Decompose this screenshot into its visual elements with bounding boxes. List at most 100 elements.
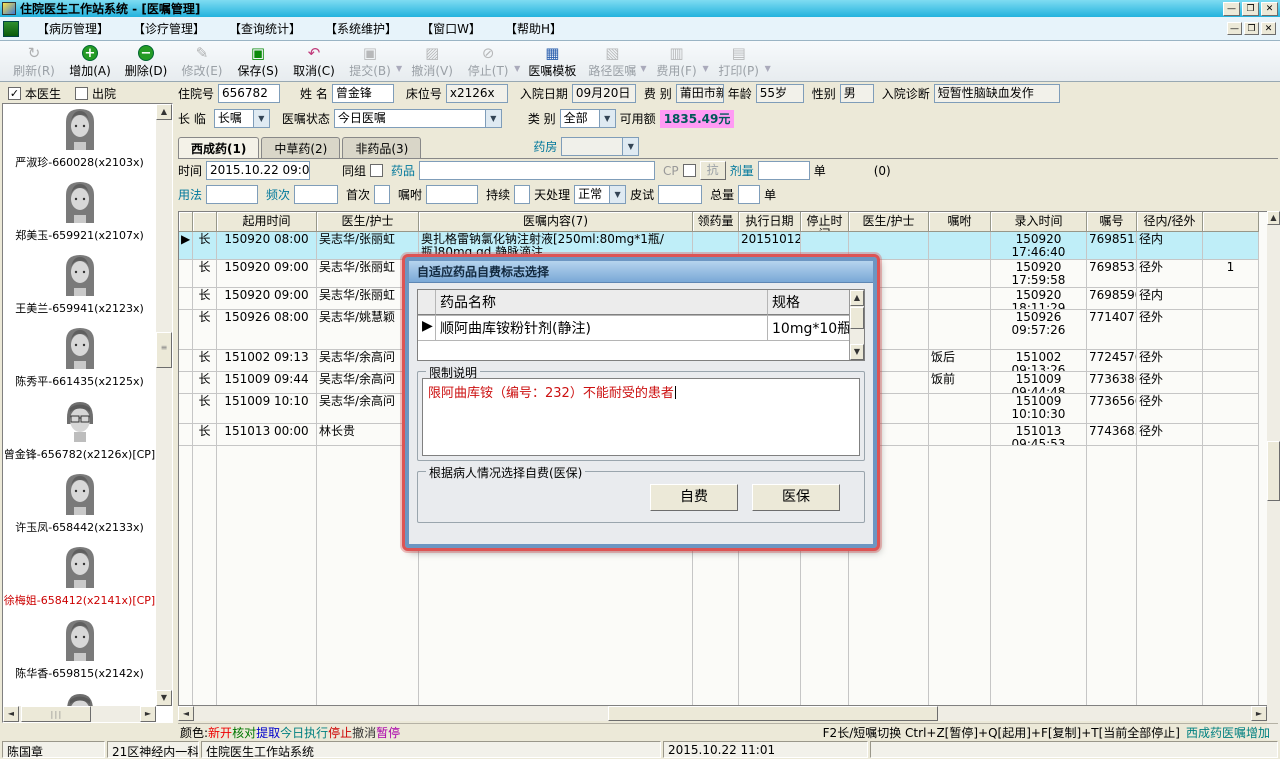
scroll-right-icon[interactable]: ► [140, 706, 156, 722]
menu-item-1[interactable]: 【诊疗管理】 [121, 18, 217, 39]
note-input[interactable] [426, 185, 479, 204]
column-header-1[interactable] [193, 212, 217, 232]
scrollbar-thumb[interactable] [608, 706, 938, 721]
save-button[interactable]: ▣ 保存(S) [230, 42, 286, 80]
day-handle-select[interactable]: 正常 ▼ [574, 185, 627, 204]
menu-item-4[interactable]: 【窗口W】 [409, 18, 493, 39]
my-doctor-checkbox[interactable]: ✓ [8, 87, 21, 100]
minimize-icon[interactable]: — [1223, 1, 1240, 16]
submit-button[interactable]: ▣ 提交(B) [342, 42, 398, 80]
chevron-down-icon[interactable]: ▼ [252, 110, 269, 127]
dose-input[interactable] [757, 161, 810, 180]
cp-checkbox[interactable] [682, 164, 696, 177]
close-icon[interactable]: ✕ [1261, 1, 1278, 16]
chevron-down-icon[interactable]: ▼ [598, 110, 615, 127]
grid-vscrollbar[interactable]: ▲ ▼ [849, 290, 864, 360]
child-close-icon[interactable]: ✕ [1261, 22, 1276, 35]
tab-2[interactable]: 非药品(3) [342, 137, 422, 158]
column-header-2[interactable]: 起用时间 [217, 212, 317, 232]
scroll-right-icon[interactable]: ► [1251, 706, 1267, 721]
column-header-6[interactable]: 执行日期 [739, 212, 801, 232]
menu-item-5[interactable]: 【帮助H】 [493, 18, 574, 39]
chevron-down-icon[interactable]: ▼ [514, 64, 520, 73]
duration-input[interactable] [514, 185, 531, 204]
patient-item-1[interactable]: 郑美玉-659921(x2107x) [3, 179, 156, 252]
pharmacy-select[interactable]: ▼ [561, 137, 640, 156]
stop-button[interactable]: ⊘ 停止(T) [460, 42, 516, 80]
revoke-button[interactable]: ▨ 撤消(V) [404, 42, 460, 80]
total-input[interactable] [738, 185, 761, 204]
column-header-3[interactable]: 医生/护士 [317, 212, 419, 232]
column-header-5[interactable]: 领药量 [693, 212, 739, 232]
print-button[interactable]: ▤ 打印(P) [711, 42, 767, 80]
column-header-9[interactable]: 嘱咐 [929, 212, 991, 232]
scroll-down-icon[interactable]: ▼ [850, 344, 864, 360]
class-select[interactable]: 全部 ▼ [559, 109, 616, 128]
column-header-13[interactable] [1203, 212, 1259, 232]
chevron-down-icon[interactable]: ▼ [622, 138, 639, 155]
patient-item-0[interactable]: 严淑珍-660028(x2103x) [3, 106, 156, 179]
order-template-button[interactable]: ▦ 医嘱模板 [522, 42, 582, 80]
antibiotic-button[interactable]: 抗 [699, 161, 726, 180]
patient-list-vscrollbar[interactable]: ▲ ≡ ▼ [156, 104, 172, 706]
discharged-filter[interactable]: 出院 [75, 85, 116, 102]
chevron-down-icon[interactable]: ▼ [396, 64, 402, 73]
scrollbar-thumb[interactable] [850, 307, 864, 329]
patient-item-6[interactable]: 徐梅姐-658412(x2141x)[CP] [3, 544, 156, 617]
tab-1[interactable]: 中草药(2) [261, 137, 341, 158]
patient-item-2[interactable]: 王美兰-659941(x2123x) [3, 252, 156, 325]
dialog-title-bar[interactable]: 自适应药品自费标志选择 [409, 261, 873, 283]
skin-test-input[interactable] [658, 185, 703, 204]
edit-button[interactable]: ✎ 修改(E) [174, 42, 230, 80]
table-hscrollbar[interactable]: ◄ ► [178, 706, 1267, 721]
patient-list-hscrollbar[interactable]: ◄ ∣∣∣ ► [3, 706, 156, 722]
patient-item-4[interactable]: 曾金锋-656782(x2126x)[CP] [3, 398, 156, 471]
self-pay-button[interactable]: 自费 [650, 484, 738, 511]
column-header-7[interactable]: 停止时间 [801, 212, 849, 232]
scroll-down-icon[interactable]: ▼ [156, 690, 172, 706]
restriction-textarea[interactable]: 限阿曲库铵（编号：232）不能耐受的患者 [422, 378, 860, 456]
patient-item-7[interactable]: 陈华香-659815(x2142x) [3, 617, 156, 690]
insurance-button[interactable]: 医保 [752, 484, 840, 511]
order-row-0[interactable]: ▶ 长 150920 08:00 吴志华/张丽虹 奥扎格雷钠氯化钠注射液[250ml:8… [179, 232, 1268, 260]
long-temp-select[interactable]: 长嘱 ▼ [213, 109, 270, 128]
restore-icon[interactable]: ❐ [1242, 1, 1259, 16]
my-doctor-filter[interactable]: ✓ 本医生 [8, 85, 61, 102]
cancel-button[interactable]: ↶ 取消(C) [286, 42, 342, 80]
tab-0[interactable]: 西成药(1) [178, 137, 260, 158]
order-status-select[interactable]: 今日医嘱 ▼ [333, 109, 502, 128]
fee-button[interactable]: ▥ 费用(F) [649, 42, 705, 80]
scroll-up-icon[interactable]: ▲ [850, 290, 864, 306]
table-vscrollbar[interactable]: ▲ ▼ [1267, 211, 1280, 759]
name-input[interactable]: 曾金锋 [331, 84, 394, 103]
scrollbar-thumb[interactable] [1267, 441, 1280, 501]
chevron-down-icon[interactable]: ▼ [703, 64, 709, 73]
scroll-up-icon[interactable]: ▲ [156, 104, 172, 120]
menu-item-0[interactable]: 【病历管理】 [25, 18, 121, 39]
admission-no-input[interactable]: 656782 [218, 84, 281, 103]
patient-item-5[interactable]: 许玉凤-658442(x2133x) [3, 471, 156, 544]
chevron-down-icon[interactable]: ▼ [640, 64, 646, 73]
column-header-4[interactable]: 医嘱内容(7) [419, 212, 693, 232]
child-restore-icon[interactable]: ❐ [1244, 22, 1259, 35]
scroll-left-icon[interactable]: ◄ [178, 706, 194, 721]
usage-input[interactable] [206, 185, 259, 204]
add-button[interactable]: + 增加(A) [62, 42, 118, 80]
chevron-down-icon[interactable]: ▼ [609, 186, 626, 203]
menu-item-3[interactable]: 【系统维护】 [313, 18, 409, 39]
column-header-11[interactable]: 嘱号 [1087, 212, 1137, 232]
same-group-checkbox[interactable] [370, 164, 384, 177]
scrollbar-thumb[interactable]: ≡ [156, 332, 172, 368]
column-header-10[interactable]: 录入时间 [991, 212, 1087, 232]
refresh-button[interactable]: ↻ 刷新(R) [6, 42, 62, 80]
child-minimize-icon[interactable]: — [1227, 22, 1242, 35]
column-header-12[interactable]: 径内/径外 [1137, 212, 1203, 232]
column-header-0[interactable] [179, 212, 193, 232]
path-order-button[interactable]: ▧ 路径医嘱 [582, 42, 642, 80]
chevron-down-icon[interactable]: ▼ [765, 64, 771, 73]
drug-grid-row[interactable]: ▶ 顺阿曲库铵粉针剂(静注) 10mg*10瓶/盒 [418, 316, 864, 341]
menu-item-2[interactable]: 【查询统计】 [217, 18, 313, 39]
first-input[interactable] [374, 185, 391, 204]
scrollbar-thumb[interactable]: ∣∣∣ [21, 706, 91, 722]
freq-input[interactable] [294, 185, 339, 204]
